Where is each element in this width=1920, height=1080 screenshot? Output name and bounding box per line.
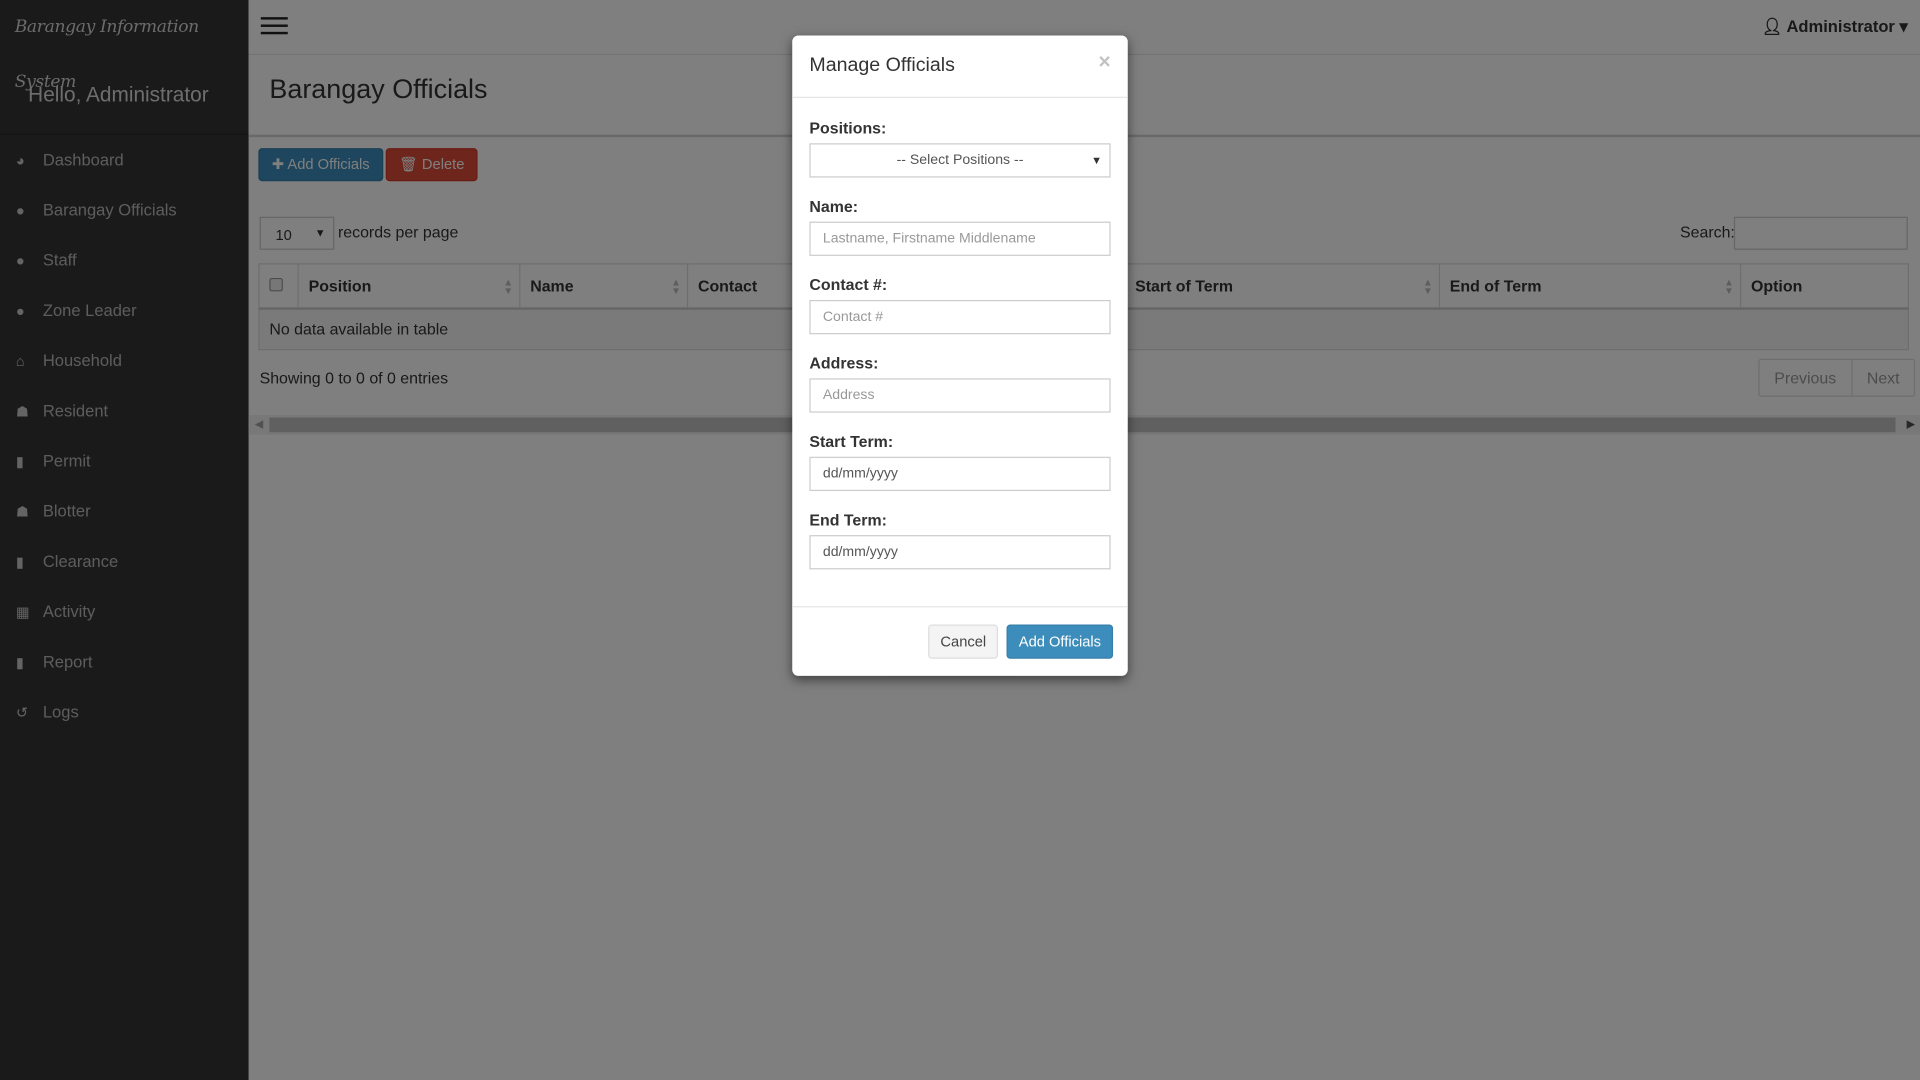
modal-footer: Cancel Add Officials (792, 606, 1128, 676)
address-label: Address: (809, 353, 879, 373)
caret-down-icon: ▼ (1091, 154, 1103, 167)
end-term-label: End Term: (809, 510, 887, 529)
address-input[interactable]: Address (809, 378, 1111, 413)
modal-body: Positions: -- Select Positions -- ▼ Name:… (792, 98, 1128, 570)
cancel-button[interactable]: Cancel (928, 624, 999, 659)
contact-label: Contact #: (809, 275, 888, 294)
start-term-input[interactable]: dd/mm/yyyy (809, 456, 1111, 492)
contact-input[interactable]: Contact # (809, 300, 1111, 335)
start-term-label: Start Term: (809, 432, 894, 451)
name-label: Name: (809, 197, 859, 216)
close-icon[interactable]: × (1098, 50, 1110, 74)
submit-add-officials-button[interactable]: Add Officials (1006, 624, 1114, 659)
modal-title: Manage Officials (809, 55, 955, 76)
positions-value: -- Select Positions -- (896, 153, 1024, 168)
modal-header: Manage Officials × (792, 36, 1128, 98)
manage-officials-modal: Manage Officials × Positions: -- Select … (792, 35, 1128, 676)
positions-select[interactable]: -- Select Positions -- ▼ (809, 143, 1111, 178)
name-input[interactable]: Lastname, Firstname Middlename (809, 221, 1111, 256)
end-term-input[interactable]: dd/mm/yyyy (809, 535, 1111, 570)
positions-label: Positions: (809, 118, 887, 138)
